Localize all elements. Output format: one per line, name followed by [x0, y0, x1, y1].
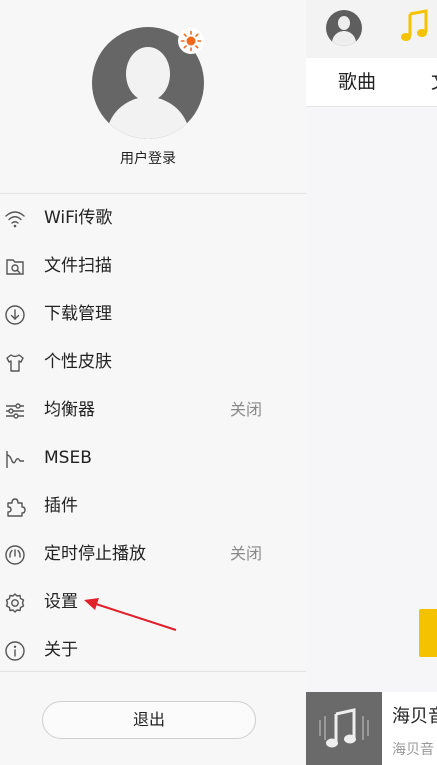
menu-label: WiFi传歌 [44, 208, 113, 228]
menu-item-about[interactable]: 关于 [0, 626, 306, 674]
waveform-icon [6, 451, 24, 468]
menu-item-mseb[interactable]: MSEB [0, 434, 306, 482]
gear-icon [5, 593, 25, 613]
album-art[interactable] [306, 692, 382, 765]
menu-item-file-scan[interactable]: 文件扫描 [0, 242, 306, 290]
player-song-title: 海贝音 [392, 706, 437, 727]
menu-item-plugins[interactable]: 插件 [0, 482, 306, 530]
player-artist: 海贝音 [392, 742, 434, 758]
menu-label: 关于 [44, 640, 78, 660]
puzzle-icon [7, 498, 26, 517]
equalizer-icon [6, 403, 24, 419]
side-drawer: 用户登录 WiFi传歌 文件扫描 下载管理 个性皮肤 均衡器 关闭 MSEB 插… [0, 0, 306, 765]
menu-label: 个性皮肤 [44, 352, 112, 372]
tab-folders[interactable]: 文 [431, 58, 437, 106]
menu-item-wifi-transfer[interactable]: WiFi传歌 [0, 194, 306, 242]
equalizer-status: 关闭 [229, 400, 262, 419]
menu-item-download-manager[interactable]: 下载管理 [0, 290, 306, 338]
menu-label: 设置 [44, 592, 78, 612]
menu-item-sleep-timer[interactable]: 定时停止播放 关闭 [0, 530, 306, 578]
main-tabs: 歌曲 文 [306, 58, 437, 107]
music-note-icon [319, 708, 369, 748]
mini-player[interactable]: 海贝音 海贝音 [306, 692, 437, 765]
divider [0, 671, 306, 672]
header-avatar[interactable] [326, 10, 362, 46]
menu-item-theme-skin[interactable]: 个性皮肤 [0, 338, 306, 386]
main-header [306, 0, 437, 58]
floating-action-tab[interactable] [419, 609, 437, 657]
timer-icon [5, 545, 25, 565]
main-panel: 歌曲 文 海贝音 海贝音 [306, 0, 437, 765]
user-login-label[interactable]: 用户登录 [0, 148, 296, 168]
menu-label: 插件 [44, 496, 78, 516]
timer-status: 关闭 [229, 544, 262, 563]
scan-icon [6, 259, 24, 275]
menu-item-settings[interactable]: 设置 [0, 578, 306, 626]
sun-icon[interactable] [178, 28, 204, 54]
shirt-icon [6, 354, 24, 372]
menu-label: 下载管理 [44, 304, 112, 324]
menu-label: 均衡器 [44, 400, 95, 420]
wifi-icon [5, 211, 25, 228]
menu-label: MSEB [44, 448, 92, 468]
profile-section: 用户登录 [0, 0, 306, 193]
menu-label: 文件扫描 [44, 256, 112, 276]
menu-item-equalizer[interactable]: 均衡器 关闭 [0, 386, 306, 434]
tab-songs[interactable]: 歌曲 [338, 58, 376, 106]
download-icon [5, 305, 25, 325]
menu-label: 定时停止播放 [44, 544, 146, 564]
info-icon [5, 641, 25, 661]
logout-button[interactable]: 退出 [42, 701, 256, 739]
main-content [306, 107, 437, 692]
music-note-icon[interactable] [400, 8, 437, 48]
